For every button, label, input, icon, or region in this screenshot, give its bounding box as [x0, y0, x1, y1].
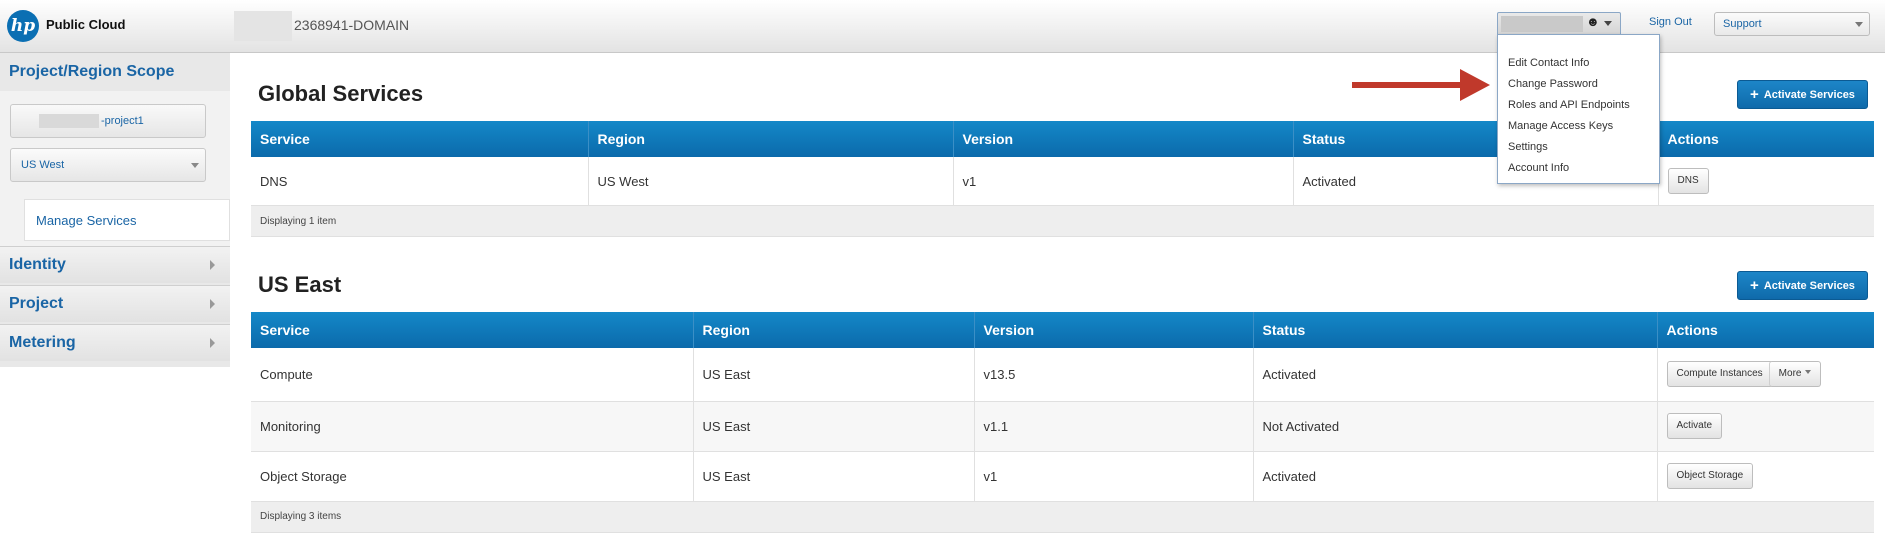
menu-item-manage-access-keys[interactable]: Manage Access Keys: [1508, 120, 1613, 132]
chevron-right-icon: [210, 260, 215, 270]
column-header[interactable]: Version: [974, 312, 1254, 348]
column-header: Actions: [1658, 121, 1874, 157]
menu-item-roles-api-endpoints[interactable]: Roles and API Endpoints: [1508, 99, 1630, 111]
service-cell: DNS: [251, 157, 589, 206]
domain-redacted: [234, 11, 292, 41]
version-cell: v1: [953, 157, 1294, 206]
table-row: Compute US East v13.5 Activated Compute …: [251, 348, 1874, 402]
table-footer: Displaying 3 items: [251, 501, 1874, 533]
username-redacted: [1501, 16, 1583, 32]
activate-services-label: Activate Services: [1763, 280, 1855, 292]
compute-instances-button[interactable]: Compute Instances: [1666, 361, 1773, 388]
column-header[interactable]: Version: [953, 121, 1294, 157]
table-footer: Displaying 1 item: [251, 205, 1874, 237]
more-label: More: [1778, 368, 1802, 380]
column-header[interactable]: Status: [1253, 312, 1658, 348]
us-east-table: Service Region Version Status Actions Co…: [251, 312, 1874, 533]
more-dropdown-button[interactable]: More: [1768, 361, 1822, 388]
menu-item-settings[interactable]: Settings: [1508, 141, 1548, 153]
object-storage-button[interactable]: Object Storage: [1666, 463, 1754, 489]
region-cell: US East: [693, 401, 975, 452]
table-header-row: Service Region Version Status Actions: [251, 312, 1874, 348]
chevron-down-icon: [191, 163, 199, 168]
actions-cell: Compute Instances More: [1657, 348, 1874, 402]
actions-cell: DNS: [1658, 157, 1874, 206]
version-cell: v1: [974, 451, 1254, 502]
region-cell: US East: [693, 348, 975, 402]
column-header: Actions: [1657, 312, 1874, 348]
activate-services-button[interactable]: + Activate Services: [1737, 80, 1868, 109]
user-icon: ☻: [1586, 14, 1600, 29]
chevron-right-icon: [210, 338, 215, 348]
status-cell: Activated: [1253, 348, 1658, 402]
plus-icon: +: [1750, 277, 1759, 294]
actions-cell: Activate: [1657, 401, 1874, 452]
sign-out-link[interactable]: Sign Out: [1649, 16, 1692, 28]
service-cell: Object Storage: [251, 451, 694, 502]
account-dropdown-menu: Edit Contact Info Change Password Roles …: [1497, 34, 1660, 184]
status-cell: Activated: [1253, 451, 1658, 502]
manage-services-label: Manage Services: [36, 213, 137, 228]
sidebar-item-project[interactable]: Project: [0, 285, 230, 322]
chevron-down-icon: [1604, 21, 1612, 26]
hp-logo-icon[interactable]: hp: [7, 10, 39, 42]
item-count: Displaying 1 item: [251, 205, 1874, 237]
column-header[interactable]: Service: [251, 312, 694, 348]
plus-icon: +: [1750, 86, 1759, 103]
project-name-redacted: [39, 114, 99, 128]
chevron-down-icon: [1805, 370, 1812, 375]
service-cell: Compute: [251, 348, 694, 402]
chevron-right-icon: [210, 299, 215, 309]
scope-panel: -project1 US West Manage Services: [0, 91, 230, 246]
chevron-down-icon: [1855, 22, 1863, 27]
item-count: Displaying 3 items: [251, 501, 1874, 533]
table-row: Object Storage US East v1 Activated Obje…: [251, 451, 1874, 502]
status-cell: Not Activated: [1253, 401, 1658, 452]
annotation-arrow: [1352, 82, 1464, 88]
region-cell: US East: [693, 451, 975, 502]
column-header[interactable]: Region: [588, 121, 954, 157]
logo-text[interactable]: Public Cloud: [46, 17, 125, 32]
region-label: US West: [21, 159, 65, 171]
scope-title: Project/Region Scope: [9, 63, 175, 80]
menu-item-change-password[interactable]: Change Password: [1508, 78, 1598, 90]
sidebar-item-label: Identity: [9, 256, 66, 273]
domain-label: 2368941-DOMAIN: [294, 17, 410, 33]
actions-cell: Object Storage: [1657, 451, 1874, 502]
column-header[interactable]: Service: [251, 121, 589, 157]
region-cell: US West: [588, 157, 954, 206]
sidebar-item-label: Project: [9, 295, 64, 312]
activate-services-button[interactable]: + Activate Services: [1737, 271, 1868, 300]
version-cell: v13.5: [974, 348, 1254, 402]
project-label: -project1: [101, 115, 144, 127]
annotation-arrow-head: [1460, 69, 1490, 101]
support-dropdown[interactable]: Support: [1714, 12, 1870, 36]
sidebar-item-identity[interactable]: Identity: [0, 246, 230, 283]
table-row: Monitoring US East v1.1 Not Activated Ac…: [251, 401, 1874, 452]
version-cell: v1.1: [974, 401, 1254, 452]
dns-button[interactable]: DNS: [1667, 168, 1709, 194]
menu-item-account-info[interactable]: Account Info: [1508, 162, 1569, 174]
activate-services-label: Activate Services: [1763, 89, 1855, 101]
global-services-title: Global Services: [258, 81, 424, 106]
sidebar-item-metering[interactable]: Metering: [0, 324, 230, 361]
project-selector[interactable]: -project1: [10, 104, 206, 138]
support-label: Support: [1723, 18, 1762, 30]
column-header[interactable]: Region: [693, 312, 975, 348]
us-east-title: US East: [258, 272, 342, 297]
sidebar: Project/Region Scope -project1 US West M…: [0, 53, 230, 367]
account-menu-button[interactable]: ☻: [1497, 12, 1621, 36]
activate-button[interactable]: Activate: [1666, 413, 1723, 439]
menu-item-edit-contact-info[interactable]: Edit Contact Info: [1508, 57, 1589, 69]
sidebar-item-label: Metering: [9, 334, 76, 351]
service-cell: Monitoring: [251, 401, 694, 452]
region-selector[interactable]: US West: [10, 148, 206, 182]
manage-services-link[interactable]: Manage Services: [24, 199, 230, 241]
